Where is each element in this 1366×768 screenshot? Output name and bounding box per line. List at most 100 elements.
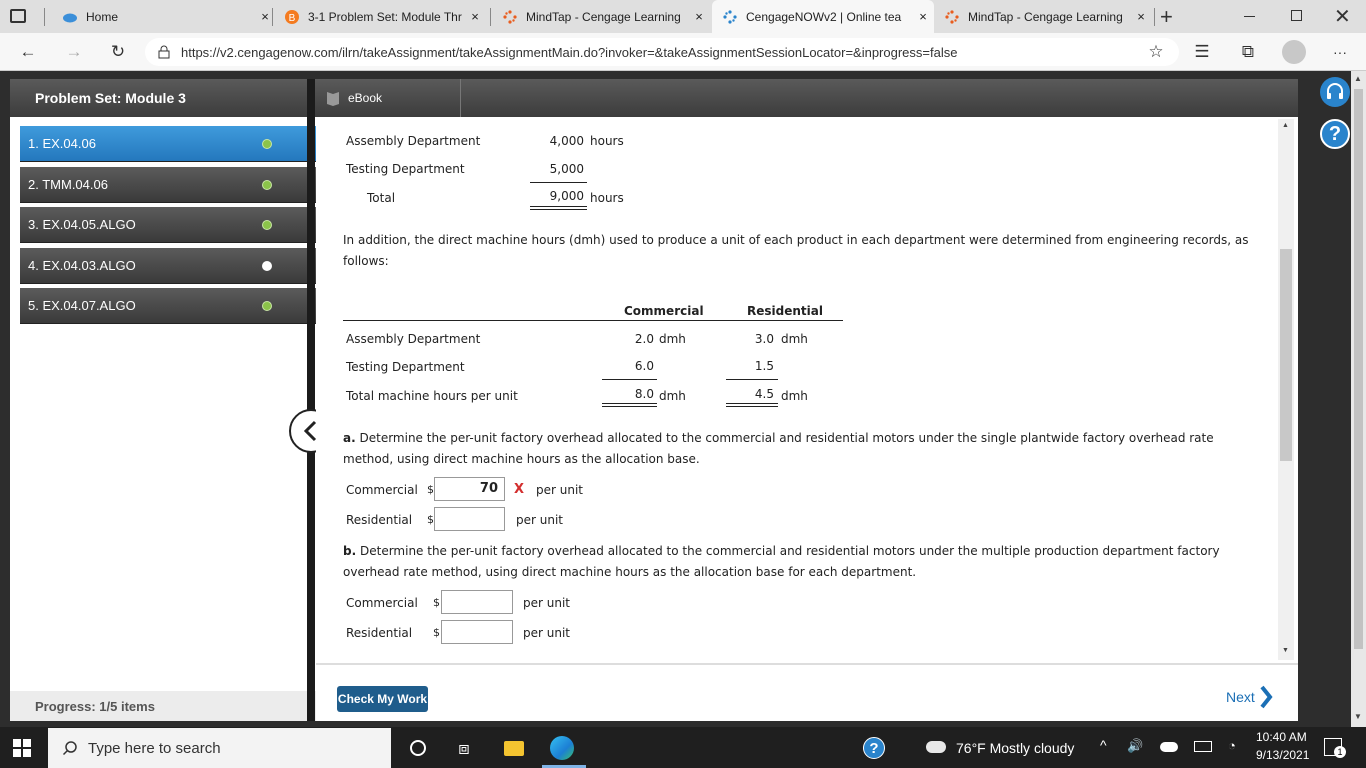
tab-mindtap-2[interactable]: MindTap - Cengage Learning × — [934, 0, 1152, 33]
next-button[interactable]: Next — [1226, 685, 1273, 709]
table-row-label: Assembly Department — [346, 332, 481, 346]
close-tab-icon[interactable]: × — [688, 9, 710, 24]
search-icon — [62, 741, 77, 756]
sidebar-item-5[interactable]: 5. EX.04.07.ALGO — [20, 288, 318, 324]
help-question-icon[interactable]: ? — [1320, 119, 1350, 149]
address-bar[interactable]: https://v2.cengagenow.com/ilrn/takeAssig… — [145, 38, 1179, 66]
minimize-icon[interactable] — [1244, 16, 1255, 17]
wifi-icon[interactable]: ◔ — [1228, 738, 1236, 753]
close-tab-icon[interactable]: × — [1130, 9, 1152, 24]
volume-icon[interactable]: 🔊 — [1127, 738, 1143, 754]
incomplete-status-icon — [262, 261, 272, 271]
subtotal-rule — [530, 182, 587, 183]
sidebar-item-1[interactable]: 1. EX.04.06 — [20, 126, 318, 162]
edge-icon[interactable] — [549, 735, 575, 761]
assignment-sidebar: Problem Set: Module 3 1. EX.04.06 2. TMM… — [10, 79, 318, 721]
check-my-work-button[interactable]: Check My Work — [337, 686, 428, 712]
table-cell-unit: dmh — [781, 389, 808, 403]
intro-text: In addition, the direct machine hours (d… — [343, 233, 1249, 247]
refresh-icon[interactable]: ↻ — [106, 40, 130, 64]
tab-label: 3-1 Problem Set: Module Thr — [308, 9, 462, 24]
favorites-icon[interactable]: ☰ — [1190, 40, 1214, 64]
field-label: Commercial — [346, 596, 418, 610]
field-label: Residential — [346, 513, 413, 527]
part-a-residential-input[interactable] — [434, 507, 505, 531]
tab-problem-set[interactable]: B 3-1 Problem Set: Module Thr × — [274, 0, 486, 33]
scroll-up-arrow-icon[interactable]: ▲ — [1282, 122, 1289, 129]
check-status-icon — [262, 220, 272, 230]
total-rule — [726, 403, 778, 404]
tab-label: CengageNOWv2 | Online tea — [746, 9, 902, 24]
sidebar-item-label: 5. EX.04.07.ALGO — [28, 298, 136, 313]
scrollbar-thumb[interactable] — [1280, 249, 1292, 461]
tab-actions-icon[interactable] — [10, 9, 26, 23]
onedrive-icon[interactable] — [1160, 742, 1178, 752]
windows-start-icon[interactable] — [13, 739, 31, 757]
profile-avatar[interactable] — [1282, 40, 1306, 64]
taskbar-search-input[interactable]: Type here to search — [48, 728, 391, 768]
part-b-commercial-input[interactable] — [441, 590, 513, 614]
ebook-label: eBook — [348, 91, 383, 105]
chevron-up-icon[interactable]: ^ — [1100, 737, 1107, 753]
part-a-commercial-input[interactable]: 70 — [434, 477, 505, 501]
browser-toolbar: ← → ↻ https://v2.cengagenow.com/ilrn/tak… — [0, 33, 1366, 71]
part-b-residential-input[interactable] — [441, 620, 513, 644]
scroll-down-arrow-icon[interactable]: ▼ — [1354, 712, 1362, 721]
scrollbar-thumb[interactable] — [1354, 89, 1363, 649]
sidebar-item-label: 3. EX.04.05.ALGO — [28, 217, 136, 232]
collections-icon[interactable]: ⧉ — [1236, 40, 1260, 64]
table-cell-value: 2.0 — [634, 332, 654, 346]
prompt-text: Determine the per-unit factory overhead … — [359, 431, 1214, 445]
sidebar-item-3[interactable]: 3. EX.04.05.ALGO — [20, 207, 318, 243]
total-rule — [602, 406, 657, 407]
scroll-up-arrow-icon[interactable]: ▲ — [1354, 74, 1362, 83]
add-favorite-icon[interactable]: ☆ — [1144, 40, 1168, 64]
url-text: https://v2.cengagenow.com/ilrn/takeAssig… — [181, 44, 958, 60]
clock-time[interactable]: 10:40 AM — [1256, 730, 1307, 744]
total-rule — [726, 406, 778, 407]
task-view-icon[interactable]: ⧈ — [451, 735, 477, 761]
tab-mindtap-1[interactable]: MindTap - Cengage Learning × — [492, 0, 710, 33]
currency-symbol: $ — [433, 626, 440, 639]
cortana-icon[interactable] — [405, 735, 431, 761]
field-label: Commercial — [346, 483, 418, 497]
question-panel: eBook Assembly Department 4,000 hours Te… — [316, 79, 1298, 721]
mindtap-icon — [503, 9, 517, 24]
panel-divider[interactable] — [307, 79, 315, 721]
clock-date[interactable]: 9/13/2021 — [1256, 748, 1309, 762]
close-tab-icon[interactable]: × — [464, 9, 486, 24]
brightspace-icon: B — [285, 9, 299, 24]
tab-cengagenow[interactable]: CengageNOWv2 | Online tea × — [712, 0, 934, 33]
close-window-icon[interactable]: ✕ — [1334, 4, 1351, 29]
more-menu-icon[interactable]: ··· — [1328, 40, 1352, 64]
scroll-down-arrow-icon[interactable]: ▼ — [1282, 647, 1289, 654]
new-tab-button[interactable]: + — [1160, 4, 1173, 30]
close-tab-icon[interactable]: × — [912, 9, 934, 24]
forward-icon[interactable]: → — [62, 40, 86, 64]
column-header: Residential — [747, 304, 823, 318]
content-scrollbar[interactable]: ▲ ▼ — [1278, 119, 1294, 660]
total-rule — [602, 403, 657, 404]
back-icon[interactable]: ← — [16, 40, 40, 64]
help-icon[interactable]: ? — [863, 737, 885, 759]
tab-label: MindTap - Cengage Learning — [968, 9, 1123, 24]
page-scrollbar[interactable]: ▲ ▼ — [1351, 71, 1366, 727]
headset-support-icon[interactable] — [1320, 77, 1350, 107]
table-cell-value: 4,000 — [549, 134, 584, 148]
table-row-label: Total — [367, 191, 396, 205]
ebook-button[interactable]: eBook — [316, 79, 461, 117]
sidebar-item-4[interactable]: 4. EX.04.03.ALGO — [20, 248, 318, 284]
restore-icon[interactable] — [1291, 10, 1302, 21]
assignment-app: Problem Set: Module 3 1. EX.04.06 2. TMM… — [0, 71, 1366, 727]
part-b-prompt: b. Determine the per-unit factory overhe… — [343, 544, 1220, 558]
sidebar-item-2[interactable]: 2. TMM.04.06 — [20, 167, 318, 203]
battery-icon[interactable] — [1194, 741, 1212, 752]
question-toolbar: eBook — [316, 79, 1298, 117]
table-row-label: Testing Department — [346, 162, 465, 176]
incorrect-icon: X — [514, 482, 525, 497]
file-explorer-icon[interactable] — [501, 735, 527, 761]
table-cell-unit: dmh — [781, 332, 808, 346]
tab-home[interactable]: Home × — [52, 0, 276, 33]
weather-text[interactable]: 76°F Mostly cloudy — [956, 740, 1074, 756]
browser-tab-strip: Home × B 3-1 Problem Set: Module Thr × M… — [0, 0, 1366, 33]
